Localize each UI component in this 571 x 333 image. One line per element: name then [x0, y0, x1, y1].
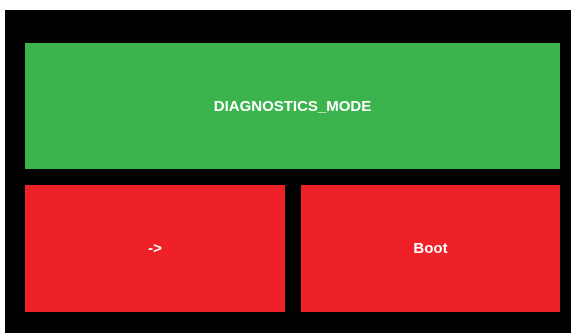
diagnostics-mode-label: DIAGNOSTICS_MODE: [213, 97, 372, 115]
arrow-next-button[interactable]: ->: [25, 185, 285, 312]
touch-screen-panel: DIAGNOSTICS_MODE -> Boot: [5, 10, 571, 333]
boot-label: Boot: [413, 240, 448, 257]
diagnostics-mode-button[interactable]: DIAGNOSTICS_MODE: [25, 43, 560, 169]
boot-button[interactable]: Boot: [301, 185, 560, 312]
arrow-next-label: ->: [148, 240, 162, 257]
